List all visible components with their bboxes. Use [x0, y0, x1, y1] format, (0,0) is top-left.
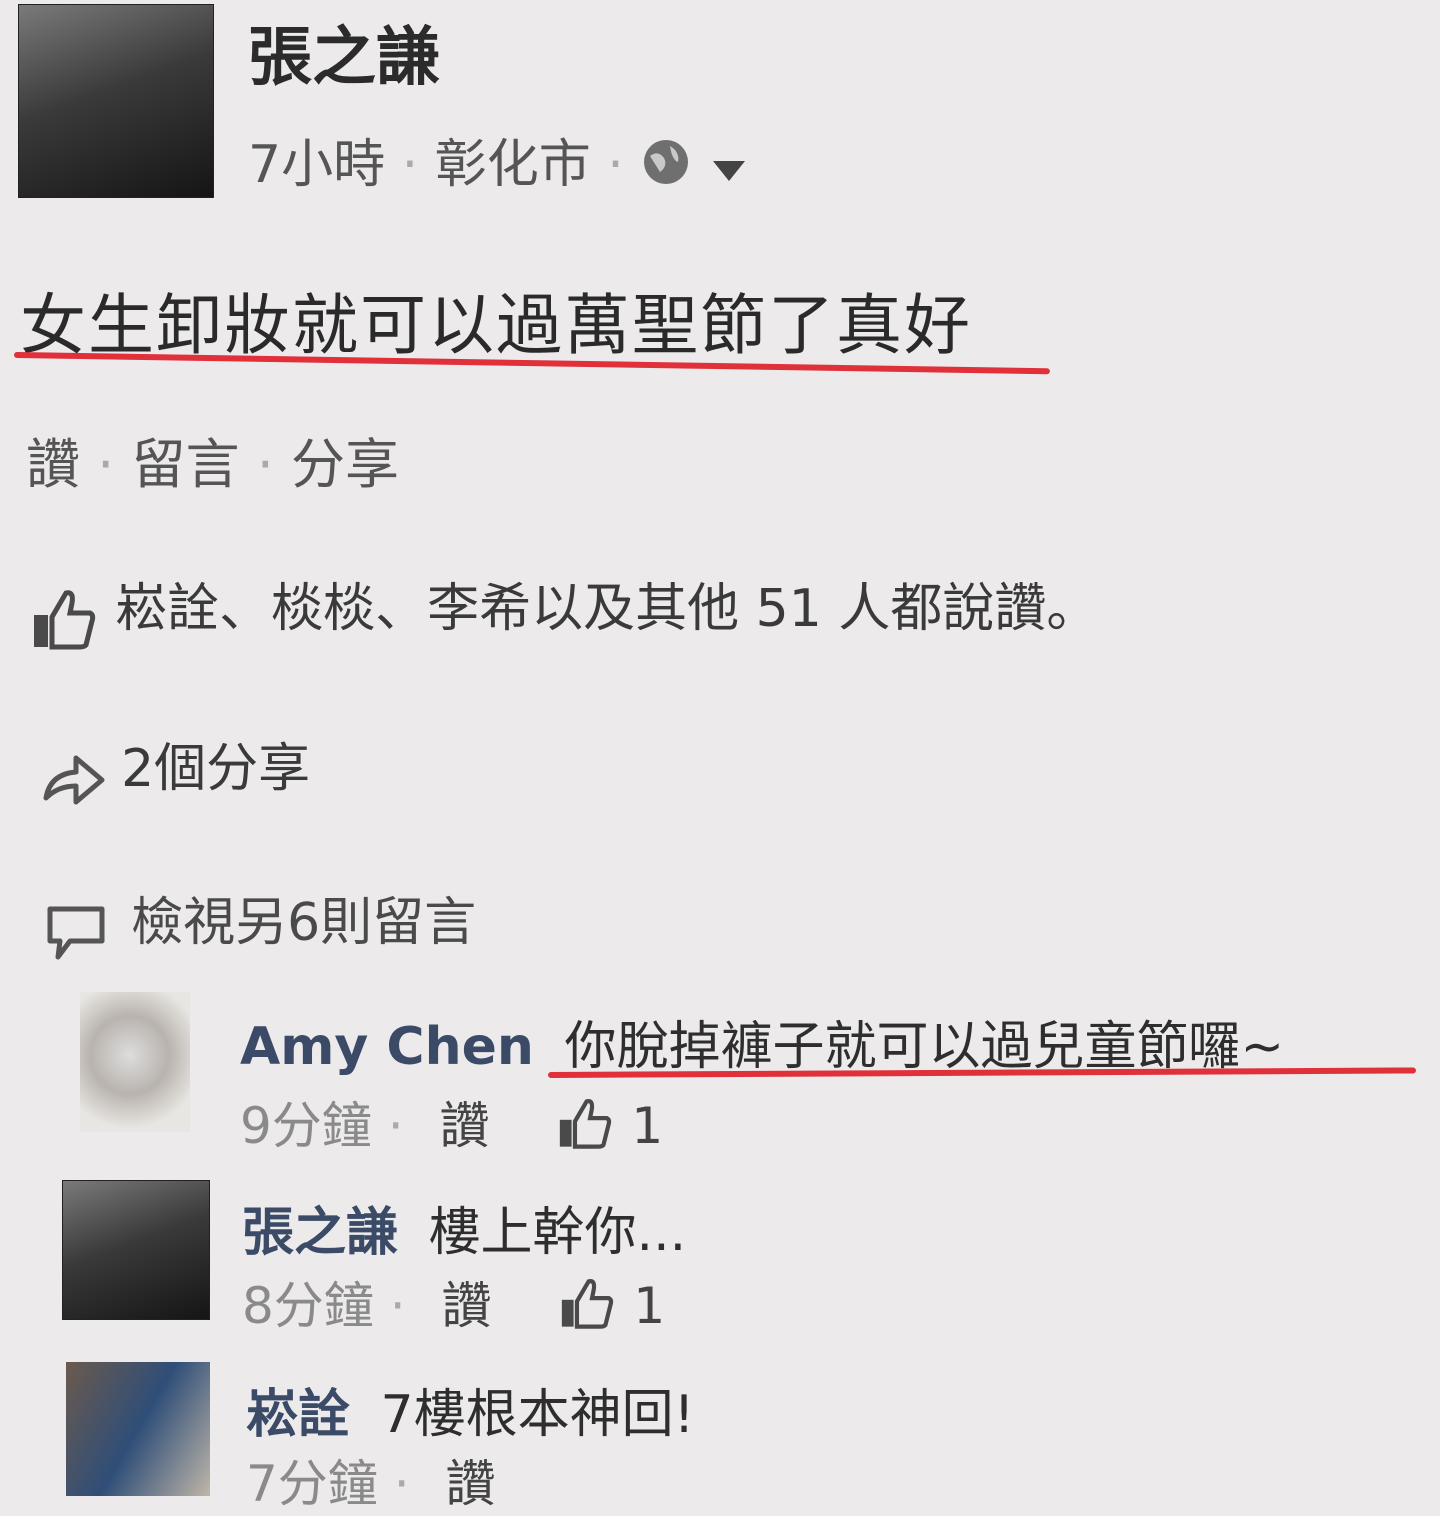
comment-avatar[interactable]	[62, 1180, 210, 1320]
share-action[interactable]: 分享	[291, 433, 399, 496]
post-time[interactable]: 7小時	[248, 135, 385, 195]
caret-down-icon[interactable]	[709, 138, 749, 198]
meta-separator: ·	[607, 135, 624, 195]
comment-meta: 9分鐘 · 讚 1	[240, 1086, 663, 1162]
view-more-comments-row: 檢視另6則留言	[46, 880, 476, 969]
thumbs-up-icon	[32, 589, 96, 655]
meta-separator: ·	[387, 1097, 404, 1155]
action-separator: ·	[97, 433, 115, 496]
meta-separator: ·	[401, 135, 419, 195]
comment-bubble-icon	[46, 903, 108, 969]
poster-name[interactable]: 張之謙	[248, 6, 440, 98]
comment-avatar[interactable]	[66, 1362, 210, 1496]
comment-like-button[interactable]: 讚	[442, 1277, 492, 1335]
comment-body: Amy Chen 你脫掉褲子就可以過兒童節囉~	[240, 1004, 1284, 1079]
thumbs-up-icon	[557, 1278, 617, 1342]
poster-avatar[interactable]	[18, 4, 214, 198]
action-separator: ·	[256, 433, 274, 496]
comment-meta: 7分鐘 · 讚	[246, 1444, 496, 1516]
comment-author[interactable]: Amy Chen	[240, 1017, 534, 1077]
view-more-comments-link[interactable]: 檢視另6則留言	[131, 893, 476, 953]
post-location[interactable]: 彰化市	[435, 135, 591, 195]
shares-count[interactable]: 2個分享	[121, 739, 310, 799]
likes-summary-text[interactable]: 崧詮、棪棪、李希以及其他 51 人都說讚。	[115, 579, 1098, 639]
meta-separator: ·	[389, 1277, 406, 1335]
shares-row: 2個分享	[40, 726, 310, 812]
comment-body: 張之謙 樓上幹你...	[242, 1190, 686, 1265]
comment-text: 樓上幹你...	[428, 1203, 687, 1263]
likes-summary-row: 崧詮、棪棪、李希以及其他 51 人都說讚。	[32, 566, 1098, 655]
meta-separator: ·	[393, 1455, 410, 1513]
comment-like-button[interactable]: 讚	[440, 1097, 490, 1155]
comment-like-button[interactable]: 讚	[446, 1455, 496, 1513]
comment-avatar[interactable]	[80, 992, 190, 1132]
comment-body: 崧詮 7樓根本神回!	[246, 1372, 694, 1447]
comment-time[interactable]: 7分鐘	[246, 1455, 378, 1513]
like-action[interactable]: 讚	[26, 433, 80, 496]
thumbs-up-icon	[555, 1098, 615, 1162]
globe-icon[interactable]	[640, 136, 692, 201]
post-actions: 讚 · 留言 · 分享	[26, 420, 399, 499]
comment-text: 7樓根本神回!	[380, 1385, 695, 1445]
comment-author[interactable]: 崧詮	[246, 1385, 350, 1445]
comment-author[interactable]: 張之謙	[242, 1203, 398, 1263]
comment-meta: 8分鐘 · 讚 1	[242, 1266, 665, 1342]
post-meta: 7小時 · 彰化市 ·	[248, 122, 749, 201]
share-arrow-icon	[40, 752, 106, 812]
comment-time[interactable]: 8分鐘	[242, 1277, 374, 1335]
comment-action[interactable]: 留言	[132, 433, 240, 496]
comment-like-count[interactable]: 1	[631, 1097, 663, 1155]
comment-like-count[interactable]: 1	[633, 1277, 665, 1335]
comment-time[interactable]: 9分鐘	[240, 1097, 372, 1155]
